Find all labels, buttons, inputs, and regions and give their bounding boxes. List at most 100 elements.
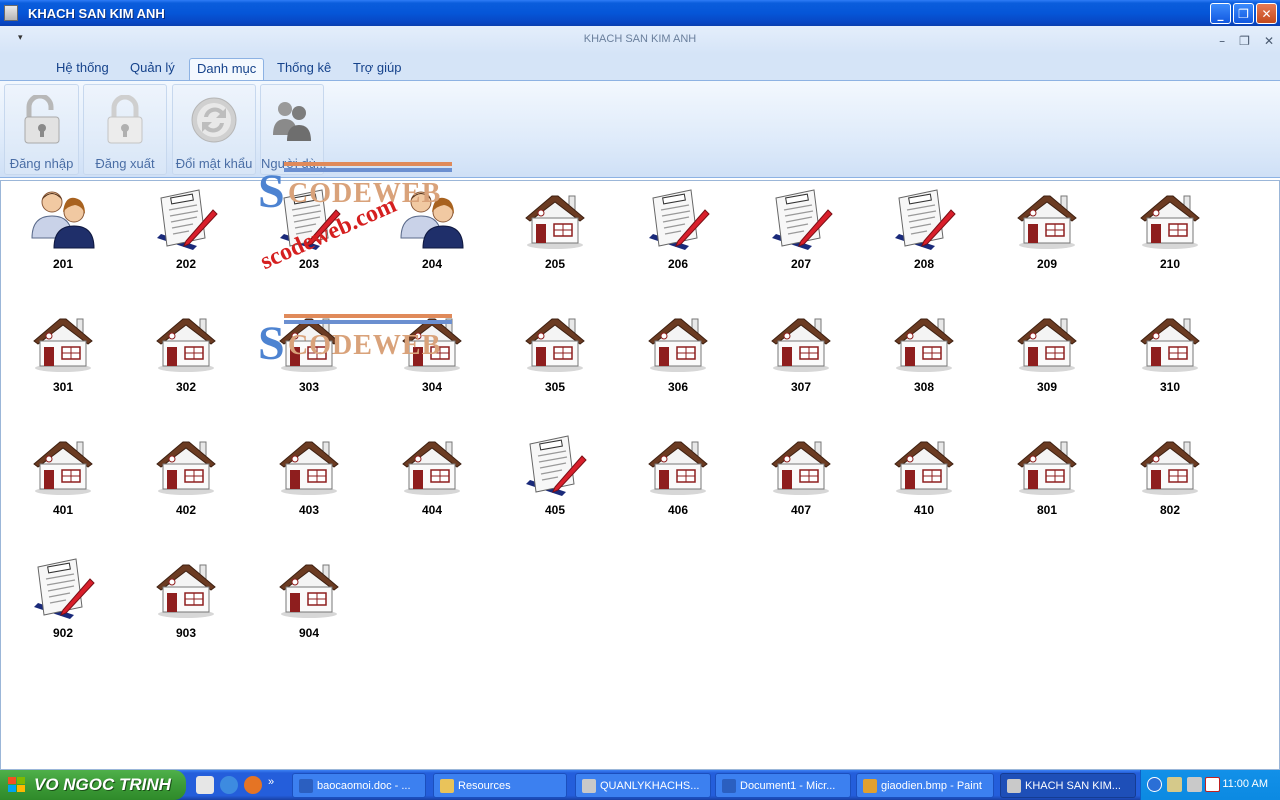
room-402[interactable]: 402 — [131, 432, 241, 542]
paint-icon — [863, 779, 877, 793]
tab-danh-muc[interactable]: Danh mục — [189, 58, 265, 80]
room-401[interactable]: 401 — [8, 432, 118, 542]
room-302[interactable]: 302 — [131, 309, 241, 419]
tab-he-thong[interactable]: Hệ thống — [49, 58, 116, 80]
tab-quan-ly[interactable]: Quản lý — [123, 58, 182, 80]
room-number-label: 404 — [421, 503, 443, 517]
taskbar: VO NGOC TRINH » baocaomoi.doc - ... Resou… — [0, 770, 1280, 800]
quick-launch-more-icon[interactable]: » — [268, 776, 274, 794]
logout-label: Đăng xuất — [95, 156, 155, 171]
close-button[interactable]: ✕ — [1256, 3, 1277, 24]
firefox-icon[interactable] — [244, 776, 262, 794]
room-number-label: 205 — [544, 257, 566, 271]
room-405[interactable]: 405 — [500, 432, 610, 542]
tray-v-icon[interactable] — [1205, 777, 1220, 792]
mdi-title: KHACH SAN KIM ANH — [583, 33, 697, 45]
mdi-minimize-icon[interactable]: – — [1219, 34, 1225, 48]
mdi-close-icon[interactable]: ✕ — [1264, 34, 1274, 48]
room-902[interactable]: 902 — [8, 555, 118, 665]
system-tray: 11:00 AM — [1140, 770, 1280, 800]
taskbar-button-label: giaodien.bmp - Paint — [881, 779, 982, 792]
room-208[interactable]: 208 — [869, 186, 979, 296]
users-button[interactable]: Người dù... — [260, 84, 327, 175]
room-number-label: 407 — [790, 503, 812, 517]
room-403[interactable]: 403 — [254, 432, 364, 542]
notepad-icon[interactable] — [196, 776, 214, 794]
room-301[interactable]: 301 — [8, 309, 118, 419]
tab-thong-ke[interactable]: Thống kê — [270, 58, 338, 80]
taskbar-button-3[interactable]: QUANLYKHACHS... — [575, 773, 711, 798]
room-410[interactable]: 410 — [869, 432, 979, 542]
taskbar-button-5[interactable]: giaodien.bmp - Paint — [856, 773, 994, 798]
room-201[interactable]: 201 — [8, 186, 118, 296]
room-205[interactable]: 205 — [500, 186, 610, 296]
ribbon-tabs: Hệ thống Quản lý Danh mục Thống kê Trợ g… — [0, 54, 1280, 80]
app-icon — [4, 5, 18, 21]
room-904[interactable]: 904 — [254, 555, 364, 665]
taskbar-button-6[interactable]: KHACH SAN KIM... — [1000, 773, 1136, 798]
room-310[interactable]: 310 — [1115, 309, 1225, 419]
lock-icon — [107, 95, 143, 144]
quick-launch: » — [196, 776, 274, 794]
room-number-label: 209 — [1036, 257, 1058, 271]
room-number-label: 406 — [667, 503, 689, 517]
taskbar-button-label: Resources — [458, 779, 511, 792]
mdi-caption-bar: ▾ KHACH SAN KIM ANH – ❐ ✕ — [0, 26, 1280, 54]
room-802[interactable]: 802 — [1115, 432, 1225, 542]
room-number-label: 304 — [421, 380, 443, 394]
internet-explorer-icon[interactable] — [220, 776, 238, 794]
taskbar-button-1[interactable]: baocaomoi.doc - ... — [292, 773, 426, 798]
word-icon — [299, 779, 313, 793]
room-206[interactable]: 206 — [623, 186, 733, 296]
room-303[interactable]: 303 — [254, 309, 364, 419]
room-number-label: 902 — [52, 626, 74, 640]
mdi-restore-icon[interactable]: ❐ — [1239, 34, 1250, 48]
room-309[interactable]: 309 — [992, 309, 1102, 419]
room-210[interactable]: 210 — [1115, 186, 1225, 296]
room-number-label: 801 — [1036, 503, 1058, 517]
taskbar-button-label: KHACH SAN KIM... — [1025, 779, 1121, 792]
folder-icon — [440, 779, 454, 793]
room-903[interactable]: 903 — [131, 555, 241, 665]
room-209[interactable]: 209 — [992, 186, 1102, 296]
room-305[interactable]: 305 — [500, 309, 610, 419]
taskbar-button-2[interactable]: Resources — [433, 773, 567, 798]
room-number-label: 401 — [52, 503, 74, 517]
room-308[interactable]: 308 — [869, 309, 979, 419]
taskbar-button-4[interactable]: Document1 - Micr... — [715, 773, 851, 798]
taskbar-button-label: QUANLYKHACHS... — [600, 779, 700, 792]
minimize-button[interactable]: _ — [1210, 3, 1231, 24]
room-406[interactable]: 406 — [623, 432, 733, 542]
room-number-label: 306 — [667, 380, 689, 394]
tray-expand-icon[interactable] — [1147, 777, 1162, 792]
windows-flag-icon — [8, 777, 25, 792]
room-207[interactable]: 207 — [746, 186, 856, 296]
room-801[interactable]: 801 — [992, 432, 1102, 542]
tab-tro-giup[interactable]: Trợ giúp — [346, 58, 409, 80]
room-number-label: 904 — [298, 626, 320, 640]
tray-monitor-icon[interactable] — [1187, 777, 1202, 792]
clock: 11:00 AM — [1222, 778, 1268, 790]
room-number-label: 210 — [1159, 257, 1181, 271]
maximize-button[interactable]: ❐ — [1233, 3, 1254, 24]
logout-button[interactable]: Đăng xuất — [83, 84, 167, 175]
tray-network-icon[interactable] — [1167, 777, 1182, 792]
room-number-label: 903 — [175, 626, 197, 640]
window-titlebar: KHACH SAN KIM ANH _ ❐ ✕ — [0, 0, 1280, 26]
start-button[interactable]: VO NGOC TRINH — [0, 770, 186, 800]
room-407[interactable]: 407 — [746, 432, 856, 542]
change-password-button[interactable]: Đổi mật khẩu — [172, 84, 256, 175]
login-button[interactable]: Đăng nhập — [4, 84, 79, 175]
room-number-label: 207 — [790, 257, 812, 271]
room-number-label: 405 — [544, 503, 566, 517]
lock-open-icon — [24, 95, 59, 144]
room-202[interactable]: 202 — [131, 186, 241, 296]
room-404[interactable]: 404 — [377, 432, 487, 542]
room-number-label: 303 — [298, 380, 320, 394]
room-number-label: 310 — [1159, 380, 1181, 394]
room-307[interactable]: 307 — [746, 309, 856, 419]
room-304[interactable]: 304 — [377, 309, 487, 419]
room-number-label: 309 — [1036, 380, 1058, 394]
room-306[interactable]: 306 — [623, 309, 733, 419]
room-number-label: 305 — [544, 380, 566, 394]
